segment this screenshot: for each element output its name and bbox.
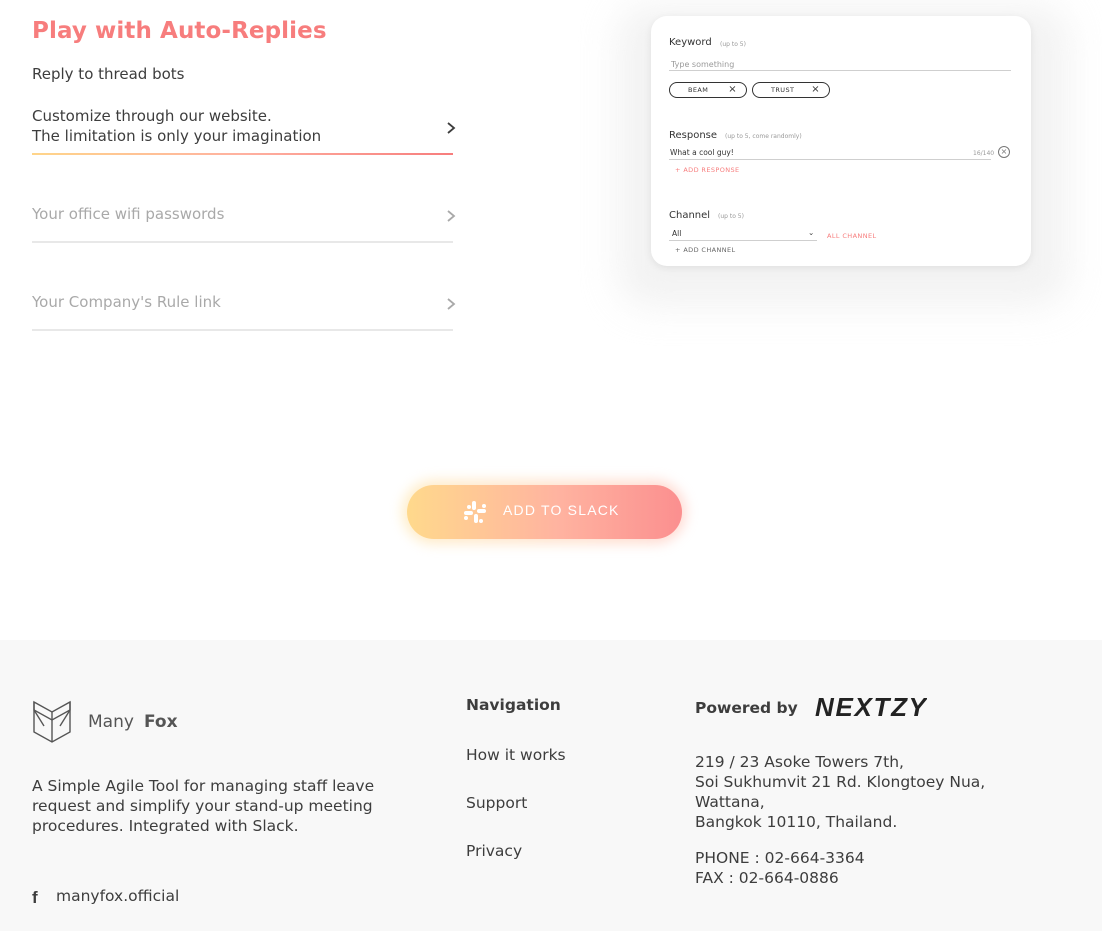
nav-link-privacy[interactable]: Privacy xyxy=(466,842,522,860)
keyword-tag: BEAM × xyxy=(669,82,747,98)
keyword-label: Keyword xyxy=(669,37,712,48)
feature-underline xyxy=(32,153,453,155)
response-value: What a cool guy! xyxy=(670,148,734,157)
channel-select-value: All xyxy=(672,229,682,238)
feature-item-customize[interactable]: Customize through our website. The limit… xyxy=(32,106,456,156)
keyword-hint: (up to 5) xyxy=(720,41,746,48)
logo-text-many: Many xyxy=(88,712,134,732)
footer-nav-title: Navigation xyxy=(466,696,561,714)
fox-logo-icon xyxy=(33,700,71,743)
response-label: Response xyxy=(669,130,718,141)
logo-text-fox: Fox xyxy=(144,712,178,732)
keyword-input xyxy=(669,70,1011,71)
manyfox-logo[interactable]: Many Fox xyxy=(32,696,182,744)
channel-select xyxy=(669,240,817,241)
address-line: Wattana, xyxy=(695,793,765,811)
nextzy-logo-text: NEXTZY xyxy=(815,694,927,720)
add-to-slack-label: ADD TO SLACK xyxy=(503,502,620,518)
add-response-link: + ADD RESPONSE xyxy=(675,166,740,174)
feature-underline xyxy=(32,329,453,331)
feature-item-rule-link[interactable]: Your Company's Rule link xyxy=(32,292,456,332)
tag-label: BEAM xyxy=(688,86,709,94)
channel-hint: (up to 5) xyxy=(718,213,744,220)
chevron-right-icon xyxy=(447,210,456,222)
feature-item-wifi[interactable]: Your office wifi passwords xyxy=(32,204,456,244)
response-hint: (up to 5, come randomly) xyxy=(725,133,802,140)
chevron-down-icon: ⌄ xyxy=(808,228,815,237)
address-line: Bangkok 10110, Thailand. xyxy=(695,813,898,831)
facebook-icon: f xyxy=(32,888,38,907)
chevron-right-icon xyxy=(447,122,456,134)
add-channel-label: ADD CHANNEL xyxy=(683,246,736,254)
nav-link-support[interactable]: Support xyxy=(466,794,527,812)
section-title: Play with Auto-Replies xyxy=(32,18,327,44)
chevron-right-icon xyxy=(447,298,456,310)
company-address: 219 / 23 Asoke Towers 7th, Soi Sukhumvit… xyxy=(695,752,985,832)
keyword-tag: TRUST × xyxy=(752,82,830,98)
tag-label: TRUST xyxy=(771,86,795,94)
slack-icon xyxy=(464,501,486,523)
response-input xyxy=(669,159,991,160)
nav-link-how-it-works[interactable]: How it works xyxy=(466,746,566,764)
add-to-slack-button[interactable]: ADD TO SLACK xyxy=(407,485,682,539)
feature-underline xyxy=(32,241,453,243)
feature-line: Your Company's Rule link xyxy=(32,293,221,311)
address-line: Soi Sukhumvit 21 Rd. Klongtoey Nua, xyxy=(695,773,986,791)
add-channel-link: + ADD CHANNEL xyxy=(675,246,736,254)
phone-number: PHONE : 02-664-3364 xyxy=(695,849,865,867)
company-contact: PHONE : 02-664-3364 FAX : 02-664-0886 xyxy=(695,848,865,888)
remove-circle-icon: × xyxy=(998,146,1010,158)
response-char-count: 16/140 xyxy=(973,150,995,157)
close-icon: × xyxy=(728,84,737,95)
facebook-handle: manyfox.official xyxy=(56,887,180,905)
powered-by-label: Powered by xyxy=(695,699,798,717)
nextzy-logo[interactable]: NEXTZY xyxy=(815,694,927,720)
feature-line: Your office wifi passwords xyxy=(32,205,225,223)
section-subtitle: Reply to thread bots xyxy=(32,65,185,83)
footer-tagline: A Simple Agile Tool for managing staff l… xyxy=(32,777,375,835)
fax-number: FAX : 02-664-0886 xyxy=(695,869,839,887)
feature-line: Customize through our website. xyxy=(32,107,272,125)
channel-label: Channel xyxy=(669,210,711,221)
close-icon: × xyxy=(811,84,820,95)
footer: Many Fox A Simple Agile Tool for managin… xyxy=(0,640,1102,931)
feature-line: The limitation is only your imagination xyxy=(32,127,322,145)
add-response-label: ADD RESPONSE xyxy=(683,166,740,174)
address-line: 219 / 23 Asoke Towers 7th, xyxy=(695,753,904,771)
all-channel-link: ALL CHANNEL xyxy=(827,232,877,240)
auto-reply-preview-card: Keyword (up to 5) Type something BEAM × T… xyxy=(651,16,1031,266)
keyword-input-placeholder: Type something xyxy=(671,60,735,69)
